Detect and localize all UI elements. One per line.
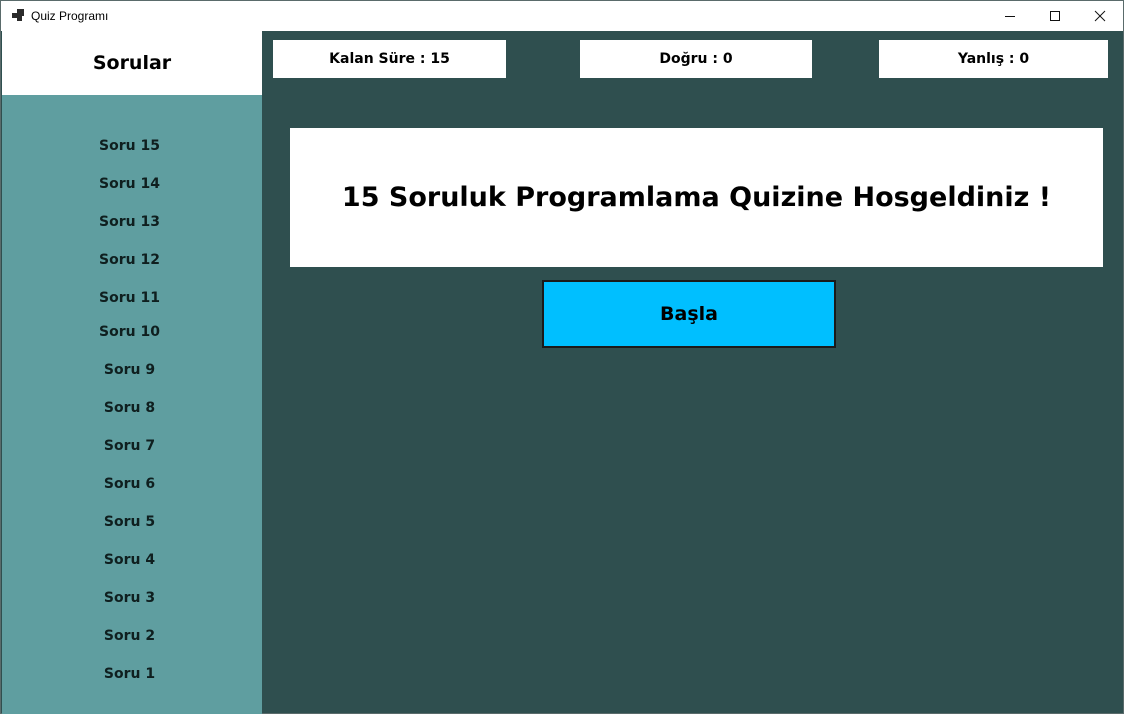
maximize-icon <box>1050 11 1060 21</box>
question-item-8[interactable]: Soru 8 <box>2 400 257 416</box>
question-item-3[interactable]: Soru 3 <box>2 590 257 606</box>
quiz-window: Quiz Programı Sorular Soru 15 Soru 14 So… <box>0 0 1124 714</box>
question-item-10[interactable]: Soru 10 <box>2 324 257 340</box>
question-item-13[interactable]: Soru 13 <box>2 214 257 230</box>
correct-count-label: Doğru : 0 <box>580 40 812 78</box>
minimize-button[interactable] <box>987 1 1033 31</box>
question-item-7[interactable]: Soru 7 <box>2 438 257 454</box>
maximize-button[interactable] <box>1032 1 1078 31</box>
wrong-count-label: Yanlış : 0 <box>879 40 1108 78</box>
question-item-4[interactable]: Soru 4 <box>2 552 257 568</box>
question-item-5[interactable]: Soru 5 <box>2 514 257 530</box>
time-left-label: Kalan Süre : 15 <box>273 40 506 78</box>
question-item-6[interactable]: Soru 6 <box>2 476 257 492</box>
question-item-2[interactable]: Soru 2 <box>2 628 257 644</box>
question-item-1[interactable]: Soru 1 <box>2 666 257 682</box>
close-icon <box>1094 10 1106 22</box>
welcome-message: 15 Soruluk Programlama Quizine Hosgeldin… <box>290 128 1103 267</box>
app-icon <box>12 9 24 21</box>
window-title: Quiz Programı <box>31 9 109 23</box>
questions-sidebar: Sorular Soru 15 Soru 14 Soru 13 Soru 12 … <box>2 31 262 714</box>
close-button[interactable] <box>1077 1 1123 31</box>
question-item-14[interactable]: Soru 14 <box>2 176 257 192</box>
title-bar: Quiz Programı <box>1 1 1123 31</box>
minimize-icon <box>1005 16 1015 17</box>
start-button[interactable]: Başla <box>542 280 836 348</box>
question-item-12[interactable]: Soru 12 <box>2 252 257 268</box>
question-item-15[interactable]: Soru 15 <box>2 138 257 154</box>
sidebar-title: Sorular <box>2 31 262 95</box>
question-item-11[interactable]: Soru 11 <box>2 290 257 306</box>
question-item-9[interactable]: Soru 9 <box>2 362 257 378</box>
